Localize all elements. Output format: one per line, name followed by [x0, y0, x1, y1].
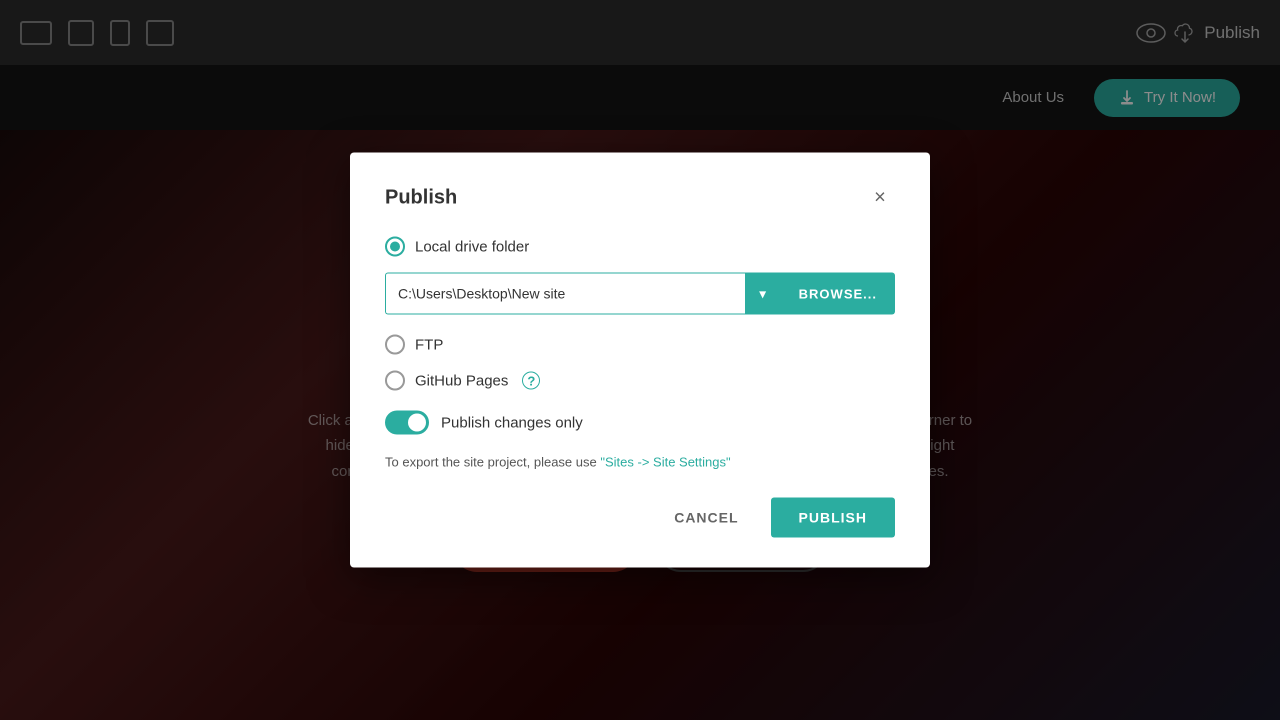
local-drive-label: Local drive folder	[415, 238, 529, 255]
dropdown-button[interactable]: ▾	[745, 273, 781, 315]
close-icon: ×	[874, 186, 886, 209]
local-drive-radio-row[interactable]: Local drive folder	[385, 237, 895, 257]
path-input-row: ▾ BROWSE...	[385, 273, 895, 315]
github-radio-row[interactable]: GitHub Pages ?	[385, 371, 895, 391]
publish-confirm-button[interactable]: PUBLISH	[771, 498, 895, 538]
github-radio[interactable]	[385, 371, 405, 391]
close-button[interactable]: ×	[865, 183, 895, 213]
publish-changes-toggle[interactable]	[385, 411, 429, 435]
export-link[interactable]: "Sites -> Site Settings"	[600, 455, 730, 470]
publish-modal: Publish × Local drive folder ▾ BROWSE...…	[350, 153, 930, 568]
toggle-row[interactable]: Publish changes only	[385, 411, 895, 435]
toggle-label: Publish changes only	[441, 414, 583, 431]
browse-button[interactable]: BROWSE...	[781, 273, 895, 315]
modal-header: Publish ×	[385, 183, 895, 213]
ftp-radio-row[interactable]: FTP	[385, 335, 895, 355]
github-help-icon[interactable]: ?	[522, 372, 540, 390]
local-drive-radio[interactable]	[385, 237, 405, 257]
cancel-button[interactable]: CANCEL	[658, 500, 754, 536]
ftp-radio[interactable]	[385, 335, 405, 355]
toggle-knob	[408, 414, 426, 432]
github-label: GitHub Pages	[415, 372, 508, 389]
chevron-down-icon: ▾	[759, 285, 766, 302]
path-input[interactable]	[385, 273, 745, 315]
modal-title: Publish	[385, 186, 457, 209]
ftp-label: FTP	[415, 336, 443, 353]
export-static-text: To export the site project, please use	[385, 455, 600, 470]
export-text: To export the site project, please use "…	[385, 455, 895, 470]
modal-footer: CANCEL PUBLISH	[385, 498, 895, 538]
